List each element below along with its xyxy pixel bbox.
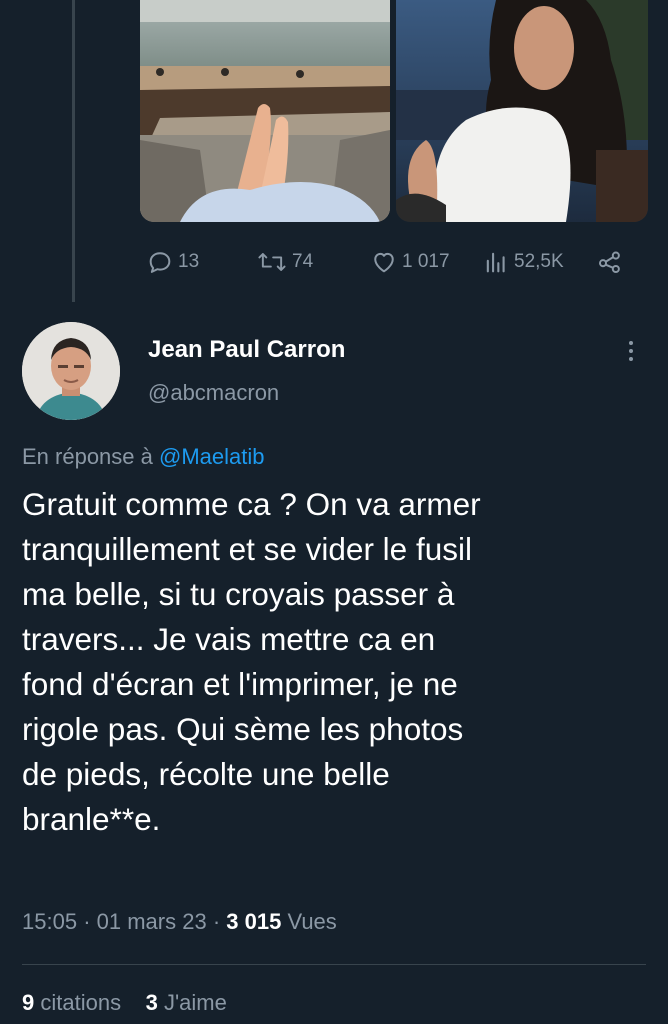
tweet-text-line: branle**e. bbox=[22, 801, 161, 837]
divider bbox=[22, 964, 646, 965]
tweet-time[interactable]: 15:05 bbox=[22, 909, 77, 934]
thread-line bbox=[72, 0, 75, 302]
citations-label: citations bbox=[40, 990, 122, 1015]
like-button[interactable]: 1 017 bbox=[370, 248, 450, 276]
portrait-photo bbox=[396, 0, 648, 222]
meta-separator: · bbox=[212, 909, 227, 934]
reply-icon bbox=[149, 252, 171, 273]
avatar-photo bbox=[22, 322, 120, 420]
likes-link[interactable]: 3 J'aime bbox=[146, 990, 227, 1015]
avatar[interactable] bbox=[22, 322, 120, 420]
tweet-text-line: de pieds, récolte une belle bbox=[22, 756, 390, 792]
tweet-meta: 15:05 · 01 mars 23 · 3 015 Vues bbox=[22, 909, 337, 935]
share-button[interactable] bbox=[596, 248, 624, 276]
tweet-text-line: rigole pas. Qui sème les photos bbox=[22, 711, 464, 747]
views-total: 3 015 bbox=[226, 909, 282, 934]
retweet-count: 74 bbox=[292, 251, 314, 272]
media-image-portrait[interactable] bbox=[396, 0, 648, 222]
retweet-icon bbox=[258, 253, 286, 271]
retweet-button[interactable]: 74 bbox=[256, 248, 313, 276]
citations-count: 9 bbox=[22, 990, 35, 1015]
reply-mention-link[interactable]: @Maelatib bbox=[159, 444, 265, 469]
reply-prefix: En réponse à bbox=[22, 444, 153, 469]
views-button[interactable]: 52,5K bbox=[482, 248, 564, 276]
tweet-action-bar: 13 74 1 017 52,5K bbox=[140, 248, 640, 278]
more-icon bbox=[629, 341, 633, 345]
likes-count: 3 bbox=[145, 990, 158, 1015]
reply-context: En réponse à @Maelatib bbox=[22, 444, 265, 470]
tweet-text-line: travers... Je vais mettre ca en bbox=[22, 621, 436, 657]
more-icon-dot bbox=[629, 357, 633, 361]
author-handle[interactable]: @abcmacron bbox=[148, 380, 279, 406]
likes-label: J'aime bbox=[163, 990, 227, 1015]
citations-link[interactable]: 9 citations bbox=[22, 990, 127, 1015]
views-icon bbox=[486, 252, 505, 273]
more-icon-dot bbox=[629, 349, 633, 353]
media-image-beach[interactable] bbox=[140, 0, 390, 222]
reply-count: 13 bbox=[178, 251, 200, 272]
tweet-text-line: ma belle, si tu croyais passer à bbox=[22, 576, 455, 612]
meta-separator: · bbox=[83, 909, 97, 934]
share-icon bbox=[598, 251, 620, 274]
author-display-name[interactable]: Jean Paul Carron bbox=[148, 336, 345, 364]
tweet-text: Gratuit comme ca ? On va armer tranquill… bbox=[22, 482, 642, 842]
like-icon bbox=[374, 252, 394, 273]
views-label: Vues bbox=[287, 909, 337, 934]
views-count: 52,5K bbox=[514, 251, 564, 272]
more-options-button[interactable] bbox=[622, 336, 640, 366]
tweet-date[interactable]: 01 mars 23 bbox=[97, 909, 207, 934]
tweet-text-line: Gratuit comme ca ? On va armer bbox=[22, 486, 481, 522]
tweet-text-line: fond d'écran et l'imprimer, je ne bbox=[22, 666, 458, 702]
beach-photo bbox=[140, 0, 390, 222]
tweet-stats: 9 citations 3 J'aime bbox=[22, 990, 227, 1016]
like-count: 1 017 bbox=[402, 251, 450, 272]
tweet-text-line: tranquillement et se vider le fusil bbox=[22, 531, 472, 567]
reply-button[interactable]: 13 bbox=[146, 248, 199, 276]
